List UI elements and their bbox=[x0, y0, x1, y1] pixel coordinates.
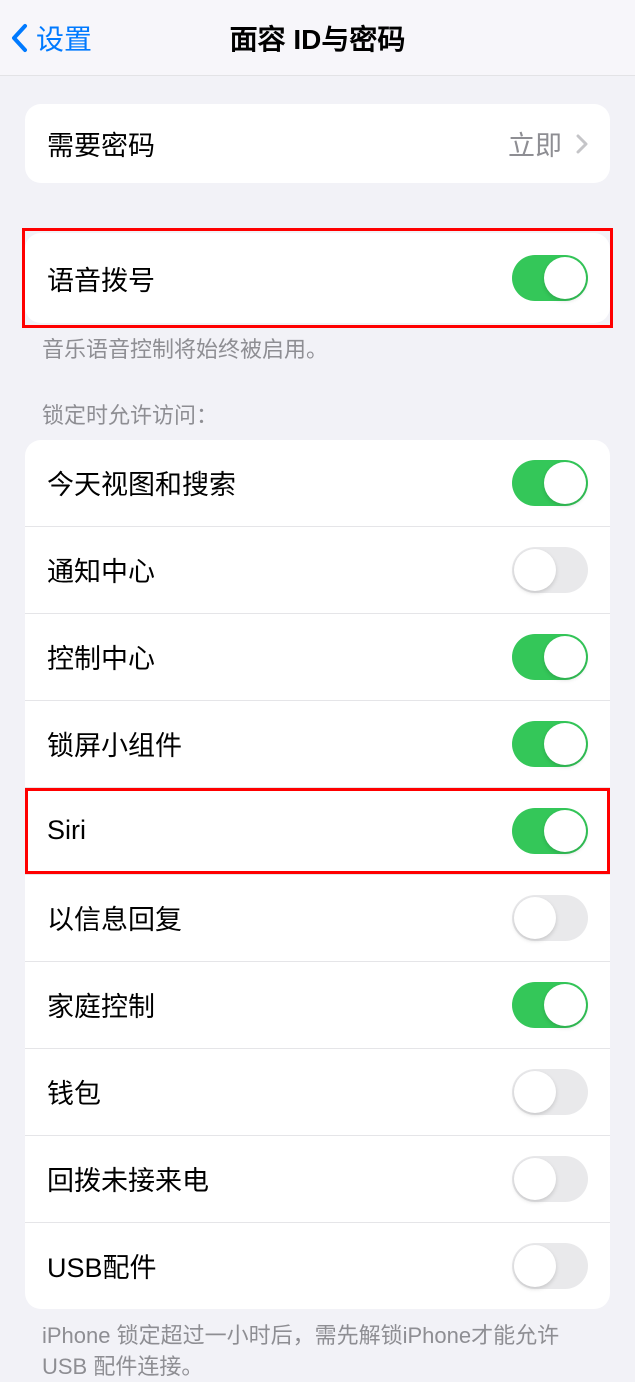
locked-access-toggle[interactable] bbox=[512, 721, 588, 767]
locked-access-toggle[interactable] bbox=[512, 1243, 588, 1289]
chevron-right-icon bbox=[576, 134, 588, 154]
locked-access-toggle[interactable] bbox=[512, 1156, 588, 1202]
locked-access-label: Siri bbox=[47, 815, 86, 846]
locked-access-toggle[interactable] bbox=[512, 808, 588, 854]
locked-access-header: 锁定时允许访问： bbox=[0, 398, 635, 440]
locked-access-row: 锁屏小组件 bbox=[25, 701, 610, 788]
header-bar: 设置 面容 ID与密码 bbox=[0, 0, 635, 76]
locked-access-toggle[interactable] bbox=[512, 982, 588, 1028]
locked-access-row: 回拨未接来电 bbox=[25, 1136, 610, 1223]
require-passcode-row[interactable]: 需要密码 立即 bbox=[25, 104, 610, 183]
locked-access-toggle[interactable] bbox=[512, 1069, 588, 1115]
back-button[interactable]: 设置 bbox=[0, 18, 92, 58]
locked-access-footer: iPhone 锁定超过一小时后，需先解锁iPhone才能允许USB 配件连接。 bbox=[0, 1309, 635, 1382]
locked-access-label: 家庭控制 bbox=[47, 985, 155, 1024]
locked-access-row: USB配件 bbox=[25, 1223, 610, 1309]
page-title: 面容 ID与密码 bbox=[230, 18, 406, 58]
locked-access-label: 通知中心 bbox=[47, 550, 155, 589]
chevron-left-icon bbox=[10, 23, 28, 53]
locked-access-toggle[interactable] bbox=[512, 460, 588, 506]
voice-dial-group: 语音拨号 bbox=[25, 233, 610, 323]
locked-access-label: 今天视图和搜索 bbox=[47, 463, 236, 502]
locked-access-toggle[interactable] bbox=[512, 547, 588, 593]
locked-access-row: 控制中心 bbox=[25, 614, 610, 701]
locked-access-toggle[interactable] bbox=[512, 634, 588, 680]
locked-access-row: 以信息回复 bbox=[25, 875, 610, 962]
locked-access-group: 今天视图和搜索通知中心控制中心锁屏小组件 Siri 以信息回复家庭控制钱包回拨未接来… bbox=[25, 440, 610, 1309]
locked-access-label: 以信息回复 bbox=[47, 898, 182, 937]
locked-access-label: 钱包 bbox=[47, 1072, 101, 1111]
require-passcode-label: 需要密码 bbox=[47, 124, 155, 163]
require-passcode-group: 需要密码 立即 bbox=[25, 104, 610, 183]
locked-access-row: Siri bbox=[25, 788, 610, 875]
locked-access-row: 今天视图和搜索 bbox=[25, 440, 610, 527]
locked-access-toggle[interactable] bbox=[512, 895, 588, 941]
locked-access-label: 锁屏小组件 bbox=[47, 724, 182, 763]
require-passcode-value: 立即 bbox=[508, 124, 588, 163]
locked-access-row: 通知中心 bbox=[25, 527, 610, 614]
locked-access-row: 家庭控制 bbox=[25, 962, 610, 1049]
voice-dial-footer: 音乐语音控制将始终被启用。 bbox=[0, 323, 635, 366]
locked-access-label: USB配件 bbox=[47, 1246, 157, 1285]
locked-access-label: 回拨未接来电 bbox=[47, 1159, 209, 1198]
locked-access-row: 钱包 bbox=[25, 1049, 610, 1136]
locked-access-label: 控制中心 bbox=[47, 637, 155, 676]
voice-dial-toggle[interactable] bbox=[512, 255, 588, 301]
voice-dial-label: 语音拨号 bbox=[47, 259, 155, 298]
back-label: 设置 bbox=[36, 18, 92, 58]
voice-dial-row: 语音拨号 bbox=[25, 233, 610, 323]
